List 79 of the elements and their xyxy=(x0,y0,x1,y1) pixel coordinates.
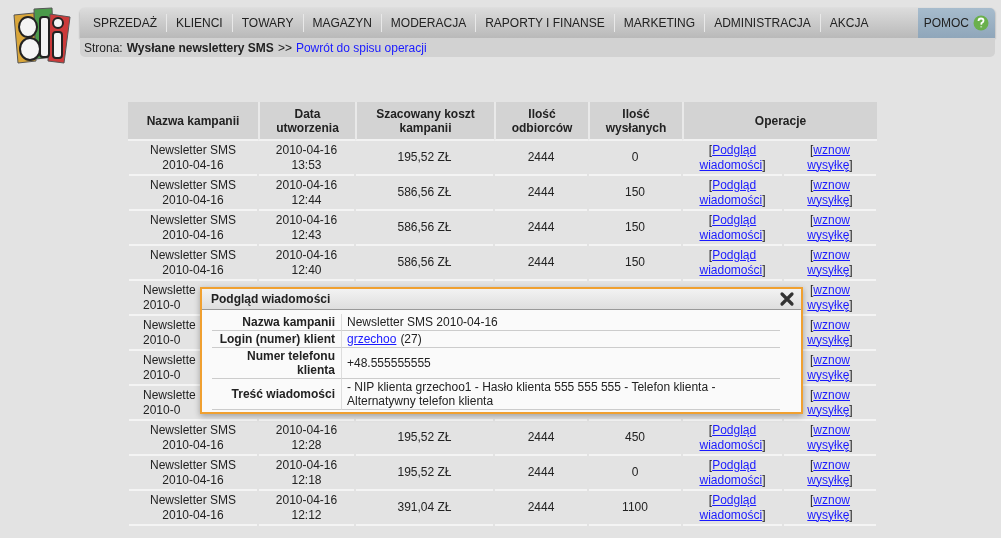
preview-link[interactable]: [Podgląd wiadomości] xyxy=(695,247,770,278)
table-cell: 150 xyxy=(589,211,681,246)
table-cell: 2010-04-16 13:53 xyxy=(259,141,354,176)
column-header: Ilość wysłanych xyxy=(588,102,682,141)
login-link[interactable]: grzechoo xyxy=(347,332,397,346)
nav-item[interactable]: SPRZEDAŻ xyxy=(84,8,166,38)
table-cell: 2444 xyxy=(495,456,587,491)
resume-link[interactable]: [wznow wysyłkę] xyxy=(800,492,860,523)
preview-link[interactable]: [Podgląd wiadomości] xyxy=(695,142,770,173)
column-header: Nazwa kampanii xyxy=(128,102,258,141)
table-cell: 586,56 ZŁ xyxy=(356,211,493,246)
table-cell: 391,04 ZŁ xyxy=(356,491,493,526)
table-cell: 2010-04-16 12:40 xyxy=(259,246,354,281)
nav-item[interactable]: AKCJA xyxy=(820,8,878,38)
table-cell: 2010-04-16 12:18 xyxy=(259,456,354,491)
table-cell: 2444 xyxy=(495,246,587,281)
nav-item[interactable]: ADMINISTRACJA xyxy=(705,8,820,38)
nav-item[interactable]: MAGAZYN xyxy=(303,8,381,38)
resume-link[interactable]: [wznow wysyłkę] xyxy=(800,142,860,173)
table-cell: Newsletter SMS 2010-04-16 xyxy=(129,421,257,456)
column-header: Data utworzenia xyxy=(258,102,355,141)
field-value: (27) xyxy=(400,332,422,346)
table-cell: Newsletter SMS 2010-04-16 xyxy=(129,246,257,281)
table-cell: 586,56 ZŁ xyxy=(356,246,493,281)
table-cell: 0 xyxy=(589,141,681,176)
breadcrumb-label: Strona: xyxy=(84,40,123,55)
table-cell: 195,52 ZŁ xyxy=(356,456,493,491)
nav-item[interactable]: KLIENCI xyxy=(167,8,232,38)
table-cell: Newsletter SMS 2010-04-16 xyxy=(129,141,257,176)
table-cell: 2010-04-16 12:28 xyxy=(259,421,354,456)
table-cell: 2010-04-16 12:43 xyxy=(259,211,354,246)
help-icon xyxy=(973,15,989,31)
table-cell: 2444 xyxy=(495,176,587,211)
breadcrumb-separator: >> xyxy=(277,40,292,55)
field-value: +48.555555555 xyxy=(347,356,431,370)
preview-link[interactable]: [Podgląd wiadomości] xyxy=(695,177,770,208)
resume-link[interactable]: [wznow wysyłkę] xyxy=(800,457,860,488)
resume-link[interactable]: [wznow wysyłkę] xyxy=(800,177,860,208)
page-title: Wysłane newslettery SMS xyxy=(126,40,274,55)
table-cell: 450 xyxy=(589,421,681,456)
resume-link[interactable]: [wznow wysyłkę] xyxy=(800,212,860,243)
table-cell: 2010-04-16 12:12 xyxy=(259,491,354,526)
table-cell: Newsletter SMS 2010-04-16 xyxy=(129,491,257,526)
table-cell: 1100 xyxy=(589,491,681,526)
table-cell: 195,52 ZŁ xyxy=(356,421,493,456)
table-cell: Newsletter SMS 2010-04-16 xyxy=(129,211,257,246)
table-cell: Newsletter SMS 2010-04-16 xyxy=(129,176,257,211)
table-cell: 0 xyxy=(589,456,681,491)
close-icon[interactable] xyxy=(779,291,795,307)
table-cell: 195,52 ZŁ xyxy=(356,141,493,176)
table-cell: 150 xyxy=(589,176,681,211)
table-cell: 2444 xyxy=(495,491,587,526)
preview-link[interactable]: [Podgląd wiadomości] xyxy=(695,457,770,488)
nav-item[interactable]: MARKETING xyxy=(614,8,705,38)
resume-link[interactable]: [wznow wysyłkę] xyxy=(800,247,860,278)
preview-link[interactable]: [Podgląd wiadomości] xyxy=(695,212,770,243)
resume-link[interactable]: [wznow wysyłkę] xyxy=(800,317,860,348)
preview-link[interactable]: [Podgląd wiadomości] xyxy=(695,492,770,523)
resume-link[interactable]: [wznow wysyłkę] xyxy=(800,387,860,418)
table-cell: 2444 xyxy=(495,141,587,176)
preview-link[interactable]: [Podgląd wiadomości] xyxy=(695,422,770,453)
nav-item[interactable]: RAPORTY I FINANSE xyxy=(476,8,614,38)
resume-link[interactable]: [wznow wysyłkę] xyxy=(800,422,860,453)
nav-item[interactable]: TOWARY xyxy=(232,8,303,38)
resume-link[interactable]: [wznow wysyłkę] xyxy=(800,282,860,313)
back-link[interactable]: Powrót do spisu operacji xyxy=(295,40,427,55)
table-cell: 150 xyxy=(589,246,681,281)
nav-item[interactable]: MODERACJA xyxy=(381,8,476,38)
field-value: Newsletter SMS 2010-04-16 xyxy=(347,315,498,329)
table-cell: 2444 xyxy=(495,421,587,456)
table-cell: 2010-04-16 12:44 xyxy=(259,176,354,211)
field-value: - NIP klienta grzechoo1 - Hasło klienta 555 555 555 - Telefon klienta - Alternatywny telefon klienta xyxy=(347,380,717,408)
column-header: Operacje xyxy=(682,102,877,141)
column-header: Ilość odbiorców xyxy=(494,102,588,141)
table-cell: 2444 xyxy=(495,211,587,246)
column-header: Szacowany koszt kampanii xyxy=(355,102,494,141)
table-cell: 586,56 ZŁ xyxy=(356,176,493,211)
table-cell: Newsletter SMS 2010-04-16 xyxy=(129,456,257,491)
resume-link[interactable]: [wznow wysyłkę] xyxy=(800,352,860,383)
